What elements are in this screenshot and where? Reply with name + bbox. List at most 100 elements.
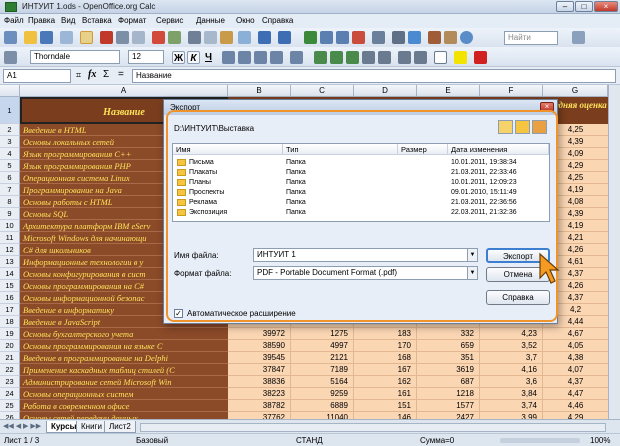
dialog-close-button[interactable]: × [540, 102, 554, 112]
row-header[interactable]: 19 [0, 328, 20, 340]
row-header[interactable]: 1 [0, 97, 20, 124]
cell-f[interactable]: 3,99 [480, 412, 543, 419]
column-header-e[interactable]: E [417, 85, 480, 97]
menu-format[interactable]: Формат [118, 16, 146, 25]
cut-icon[interactable] [188, 31, 201, 44]
cell-average[interactable]: 4,67 [543, 328, 608, 340]
column-header-g[interactable]: G [543, 85, 608, 97]
row-header[interactable]: 5 [0, 160, 20, 172]
justify-icon[interactable] [270, 51, 283, 64]
print-icon[interactable] [116, 31, 129, 44]
file-type-select[interactable]: PDF - Portable Document Format (.pdf) ▼ [253, 266, 478, 280]
cell-e[interactable]: 2427 [417, 412, 480, 419]
tab-books[interactable]: Книги [76, 421, 107, 433]
row-header[interactable]: 12 [0, 244, 20, 256]
print-preview-icon[interactable] [132, 31, 145, 44]
cell-f[interactable]: 4,23 [480, 328, 543, 340]
column-header-f[interactable]: F [480, 85, 543, 97]
col-date-header[interactable]: Дата изменения [448, 144, 549, 155]
close-window-button[interactable]: × [594, 1, 618, 12]
cell-e[interactable]: 351 [417, 352, 480, 364]
row-header[interactable]: 4 [0, 148, 20, 160]
file-list[interactable]: Имя Тип Размер Дата изменения Письма Папк… [172, 143, 550, 222]
sort-ascending-icon[interactable] [320, 31, 333, 44]
row-header[interactable]: 25 [0, 400, 20, 412]
datasources-icon[interactable] [444, 31, 457, 44]
delete-decimal-icon[interactable] [378, 51, 391, 64]
font-color-icon[interactable] [474, 51, 487, 64]
percent-format-icon[interactable] [330, 51, 343, 64]
formula-input[interactable]: Название [132, 69, 616, 83]
cell-course-name[interactable]: Основы сетей передачи данных [20, 412, 228, 419]
cell-f[interactable]: 3,6 [480, 376, 543, 388]
tab-scroll-icon[interactable]: ◀◀ ◀ ▶ ▶▶ [3, 422, 41, 430]
number-format-icon[interactable] [346, 51, 359, 64]
cell-d[interactable]: 170 [354, 340, 417, 352]
clone-format-icon[interactable] [238, 31, 251, 44]
row-header[interactable]: 3 [0, 136, 20, 148]
cell-d[interactable]: 161 [354, 388, 417, 400]
find-replace-icon[interactable] [392, 31, 405, 44]
background-color-icon[interactable] [454, 51, 467, 64]
draw-functions-icon[interactable] [372, 31, 385, 44]
cell-b[interactable]: 38590 [228, 340, 291, 352]
styles-icon[interactable] [4, 51, 17, 64]
file-row-name[interactable]: Реклама [177, 198, 217, 207]
maximize-button[interactable]: □ [575, 1, 593, 12]
row-header[interactable]: 26 [0, 412, 20, 419]
row-header[interactable]: 22 [0, 364, 20, 376]
row-header[interactable]: 20 [0, 340, 20, 352]
align-left-icon[interactable] [222, 51, 235, 64]
cell-c[interactable]: 2121 [291, 352, 354, 364]
horizontal-scrollbar[interactable] [140, 423, 606, 432]
equals-icon[interactable]: = [118, 69, 124, 80]
spellcheck-icon[interactable] [152, 31, 165, 44]
cell-d[interactable]: 146 [354, 412, 417, 419]
menu-insert[interactable]: Вставка [82, 16, 112, 25]
cell-course-name[interactable]: Работа в современном офисе [20, 400, 228, 412]
cell-d[interactable]: 167 [354, 364, 417, 376]
cell-f[interactable]: 3,52 [480, 340, 543, 352]
add-decimal-icon[interactable] [362, 51, 375, 64]
cell-course-name[interactable]: Администрирование сетей Microsoft Win [20, 376, 228, 388]
cell-e[interactable]: 1577 [417, 400, 480, 412]
cell-d[interactable]: 183 [354, 328, 417, 340]
open-folder-icon[interactable] [24, 31, 37, 44]
file-row-name[interactable]: Проспекты [177, 188, 224, 197]
align-center-icon[interactable] [238, 51, 251, 64]
col-type-header[interactable]: Тип [283, 144, 398, 155]
zoom-slider[interactable] [500, 438, 580, 443]
save-icon[interactable] [40, 31, 53, 44]
cell-average[interactable]: 4,37 [543, 376, 608, 388]
menu-edit[interactable]: Правка [28, 16, 55, 25]
col-name-header[interactable]: Имя [173, 144, 283, 155]
cell-average[interactable]: 4,29 [543, 412, 608, 419]
cell-b[interactable]: 37762 [228, 412, 291, 419]
row-header[interactable]: 24 [0, 388, 20, 400]
borders-icon[interactable] [434, 51, 447, 64]
cell-c[interactable]: 7189 [291, 364, 354, 376]
cell-b[interactable]: 38223 [228, 388, 291, 400]
column-header-a[interactable]: A [20, 85, 228, 97]
new-folder-icon[interactable] [515, 120, 530, 134]
sum-icon[interactable]: Σ [103, 69, 109, 80]
find-input[interactable]: Найти [504, 31, 558, 45]
export-pdf-icon[interactable] [100, 31, 113, 44]
cell-course-name[interactable]: Применение каскадных таблиц стилей (C [20, 364, 228, 376]
row-header[interactable]: 8 [0, 196, 20, 208]
email-icon[interactable] [60, 31, 73, 44]
align-right-icon[interactable] [254, 51, 267, 64]
navigator-small-icon[interactable]: ⌗ [76, 70, 81, 81]
cell-average[interactable]: 4,38 [543, 352, 608, 364]
row-header[interactable]: 11 [0, 232, 20, 244]
cell-f[interactable]: 3,84 [480, 388, 543, 400]
column-header-b[interactable]: B [228, 85, 291, 97]
cell-b[interactable]: 39545 [228, 352, 291, 364]
cell-c[interactable]: 4997 [291, 340, 354, 352]
file-row-name[interactable]: Экспозиция [177, 208, 227, 217]
file-row-name[interactable]: Письма [177, 158, 214, 167]
menu-window[interactable]: Окно [236, 16, 255, 25]
autospellcheck-icon[interactable] [168, 31, 181, 44]
menu-help[interactable]: Справка [262, 16, 293, 25]
row-header[interactable]: 2 [0, 124, 20, 136]
